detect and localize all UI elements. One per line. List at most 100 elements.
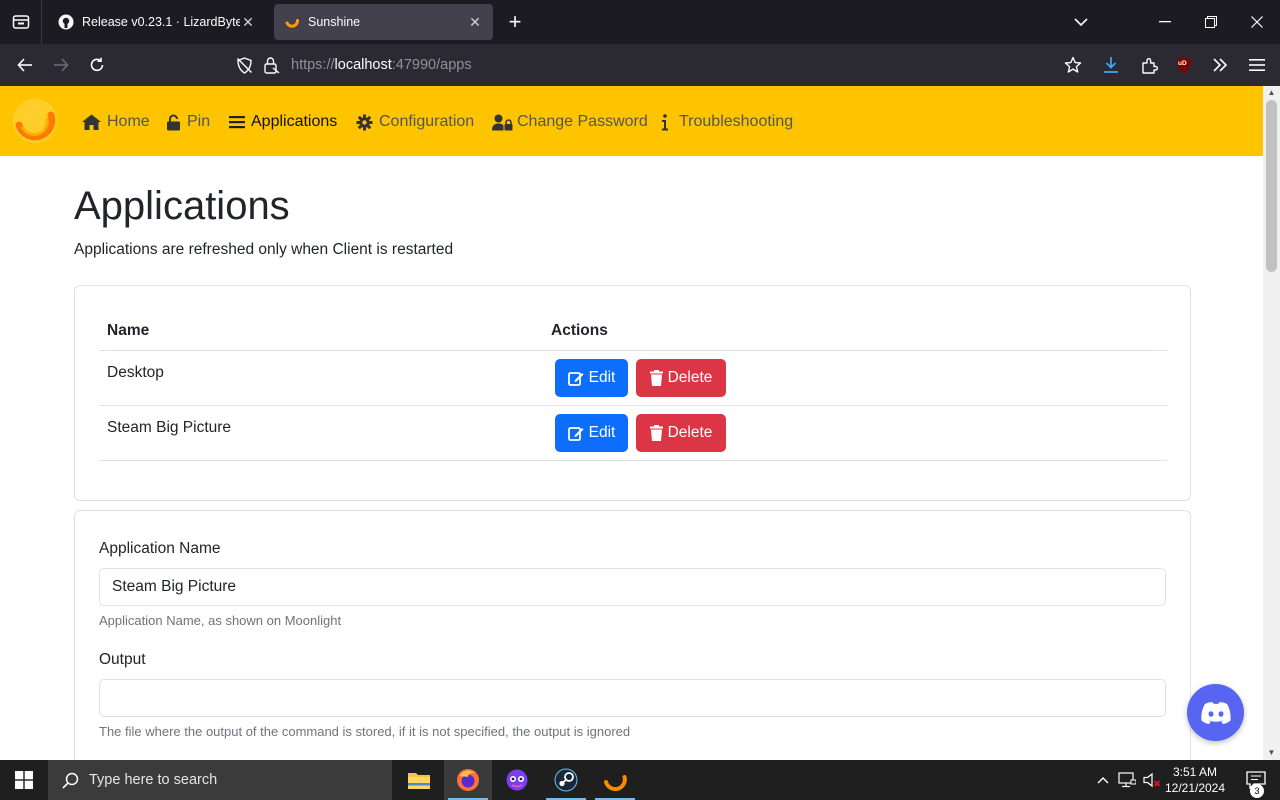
page-scrollbar[interactable]: ▲ ▼ (1263, 86, 1280, 760)
scroll-down-arrow-icon[interactable]: ▼ (1266, 748, 1277, 758)
restore-icon (1205, 16, 1217, 28)
applications-table-card: Name Actions Desktop Edit Delete Steam B… (74, 285, 1191, 501)
taskbar-clock[interactable]: 3:51 AM 12/21/2024 (1160, 764, 1230, 796)
tab-sunshine[interactable]: Sunshine ✕ (274, 4, 493, 40)
list-icon (229, 115, 245, 129)
delete-label: Delete (667, 369, 713, 386)
nav-troubleshooting[interactable]: Troubleshooting (661, 110, 793, 134)
scroll-thumb[interactable] (1266, 100, 1277, 272)
tray-network-button[interactable] (1115, 760, 1139, 800)
app-name-cell: Desktop (107, 364, 164, 381)
nav-configuration[interactable]: Configuration (356, 110, 474, 134)
ublock-icon: uD (1175, 56, 1193, 74)
output-label: Output (99, 651, 146, 668)
url-text: https://localhost:47990/apps (291, 57, 472, 73)
edit-icon (567, 426, 584, 441)
taskbar-sunshine[interactable] (591, 760, 639, 800)
edit-button[interactable]: Edit (555, 359, 628, 397)
edit-button[interactable]: Edit (555, 414, 628, 452)
table-header-actions: Actions (551, 322, 608, 339)
nav-label: Change Password (517, 113, 648, 130)
discord-icon (1200, 701, 1232, 725)
tray-show-hidden-button[interactable] (1092, 760, 1114, 800)
lock-icon (166, 114, 181, 131)
network-icon (1118, 772, 1136, 788)
edit-label: Edit (588, 424, 616, 441)
search-icon (62, 772, 79, 789)
browser-tab-strip: Release v0.23.1 · LizardByte/Sunshine ✕ … (0, 0, 1280, 44)
bookmark-button[interactable] (1060, 52, 1086, 78)
tracking-protection-icon[interactable] (236, 57, 253, 74)
chevron-down-icon (1074, 17, 1088, 27)
firefox-view-icon (12, 14, 30, 30)
double-chevron-right-icon (1212, 58, 1228, 72)
tab-github-release[interactable]: Release v0.23.1 · LizardByte/Sunshine ✕ (48, 4, 266, 40)
arrow-left-icon (17, 58, 33, 72)
table-row: Steam Big Picture Edit Delete (99, 405, 1167, 460)
info-icon (661, 113, 669, 131)
sunshine-logo-icon (603, 768, 627, 792)
url-path: :47990/apps (391, 57, 472, 73)
minimize-button[interactable] (1142, 0, 1188, 44)
reload-button[interactable] (84, 52, 110, 78)
nav-label: Home (107, 113, 150, 130)
app-name-label: Application Name (99, 540, 221, 557)
arrow-right-icon (53, 58, 69, 72)
discord-chat-button[interactable] (1187, 684, 1244, 741)
list-all-tabs-button[interactable] (1058, 0, 1104, 44)
nav-pin[interactable]: Pin (166, 110, 210, 134)
chevron-up-icon (1097, 776, 1109, 784)
page-viewport: Home Pin Applications Configuration Chan… (0, 86, 1280, 760)
delete-label: Delete (667, 424, 713, 441)
nav-change-password[interactable]: Change Password (492, 110, 648, 134)
taskbar-firefox[interactable] (444, 760, 492, 800)
extensions-button[interactable] (1136, 52, 1162, 78)
trash-icon (649, 425, 663, 441)
taskbar-steam[interactable] (542, 760, 590, 800)
restore-button[interactable] (1188, 0, 1234, 44)
table-header-name: Name (107, 322, 150, 339)
firefox-view-button[interactable] (0, 0, 42, 44)
output-input[interactable] (99, 679, 1166, 717)
insecure-lock-icon[interactable] (263, 56, 280, 74)
close-icon (1251, 16, 1263, 28)
back-button[interactable] (12, 52, 38, 78)
downloads-button[interactable] (1098, 52, 1124, 78)
sunshine-logo[interactable] (12, 98, 58, 144)
mask-app-icon (505, 769, 529, 791)
user-lock-icon (492, 114, 513, 131)
close-window-button[interactable] (1234, 0, 1280, 44)
star-icon (1064, 56, 1082, 74)
app-menu-button[interactable] (1244, 52, 1270, 78)
puzzle-icon (1141, 57, 1158, 74)
gear-icon (356, 114, 373, 131)
delete-button[interactable]: Delete (636, 359, 726, 397)
page-subtitle: Applications are refreshed only when Cli… (74, 241, 454, 258)
taskbar-search-box[interactable]: Type here to search (48, 760, 392, 800)
notification-count-badge: 3 (1250, 784, 1264, 798)
url-bar[interactable]: https://localhost:47990/apps (228, 49, 1058, 81)
ublock-origin-button[interactable]: uD (1171, 52, 1197, 78)
taskbar-file-explorer[interactable] (395, 760, 443, 800)
tab-close-icon[interactable]: ✕ (240, 14, 256, 30)
trash-icon (649, 370, 663, 386)
nav-label: Troubleshooting (679, 113, 794, 130)
nav-label: Applications (251, 113, 338, 130)
table-bottom-border (99, 460, 1167, 461)
nav-applications[interactable]: Applications (229, 110, 337, 134)
more-tools-button[interactable] (1207, 52, 1233, 78)
app-name-help: Application Name, as shown on Moonlight (99, 613, 342, 628)
delete-button[interactable]: Delete (636, 414, 726, 452)
new-tab-button[interactable]: + (503, 9, 527, 34)
edit-label: Edit (588, 369, 616, 386)
scroll-up-arrow-icon[interactable]: ▲ (1266, 88, 1277, 98)
hamburger-menu-icon (1249, 58, 1265, 72)
forward-button[interactable] (48, 52, 74, 78)
start-button[interactable] (0, 760, 48, 800)
app-name-input[interactable] (99, 568, 1166, 606)
tab-close-icon[interactable]: ✕ (467, 14, 483, 30)
nav-home[interactable]: Home (82, 110, 150, 134)
folder-icon (407, 770, 431, 790)
site-navbar: Home Pin Applications Configuration Chan… (0, 86, 1263, 156)
taskbar-app-mask[interactable] (493, 760, 541, 800)
